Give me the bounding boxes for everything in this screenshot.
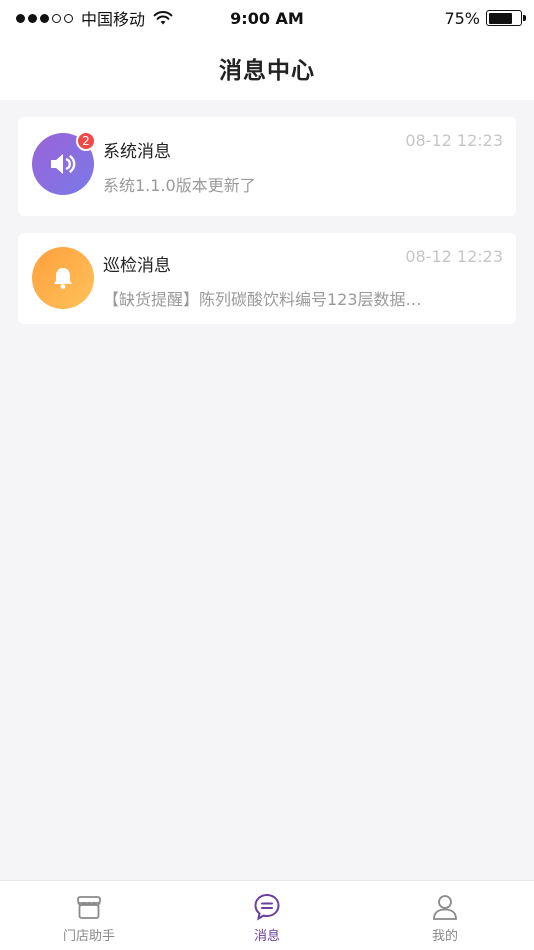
tab-messages[interactable]: 消息 <box>178 881 356 950</box>
status-bar: 中国移动 9:00 AM 75% <box>0 0 534 36</box>
battery-level <box>488 12 512 24</box>
status-right: 75% <box>444 8 526 28</box>
message-subtitle: 【缺货提醒】陈列碳酸饮料编号123层数据不足，请及时补货 <box>103 290 433 309</box>
tab-label: 门店助手 <box>62 928 115 944</box>
speaker-icon <box>51 154 76 174</box>
signal-dot <box>52 13 61 23</box>
message-card-inspection[interactable]: 巡检消息 【缺货提醒】陈列碳酸饮料编号123层数据不足，请及时补货 08-12 … <box>18 233 516 324</box>
message-time: 08-12 12:23 <box>405 131 503 150</box>
message-subtitle: 系统1.1.0版本更新了 <box>103 176 256 195</box>
tab-profile[interactable]: 我的 <box>356 881 534 950</box>
inspection-message-avatar <box>32 247 94 309</box>
tab-bar: 门店助手 消息 我的 <box>0 880 534 950</box>
system-message-avatar: 2 <box>32 131 96 195</box>
message-time: 08-12 12:23 <box>405 247 503 266</box>
message-icon <box>254 893 280 920</box>
carrier-name: 中国移动 <box>81 10 146 29</box>
message-card-system[interactable]: 2 系统消息 系统1.1.0版本更新了 08-12 12:23 <box>18 117 516 216</box>
navigation-bar: 消息中心 <box>0 36 534 100</box>
wifi-icon <box>153 11 173 25</box>
battery-icon <box>486 10 526 26</box>
unread-count-badge: 2 <box>76 131 96 151</box>
tab-label: 我的 <box>431 928 458 944</box>
store-icon <box>77 895 101 919</box>
signal-dot <box>28 13 37 23</box>
battery-percent: 75% <box>444 8 480 28</box>
page-title: 消息中心 <box>219 58 315 84</box>
message-list: 2 系统消息 系统1.1.0版本更新了 08-12 12:23 巡检消息 【缺货… <box>18 117 516 341</box>
signal-dot <box>64 13 73 23</box>
tab-label: 消息 <box>253 928 280 944</box>
tab-store-assistant[interactable]: 门店助手 <box>0 881 178 950</box>
signal-dot <box>40 13 49 23</box>
status-left: 中国移动 <box>16 6 444 30</box>
signal-dot <box>16 13 25 23</box>
user-icon <box>433 894 457 920</box>
signal-strength-icon <box>16 13 73 23</box>
bell-icon <box>54 268 72 289</box>
